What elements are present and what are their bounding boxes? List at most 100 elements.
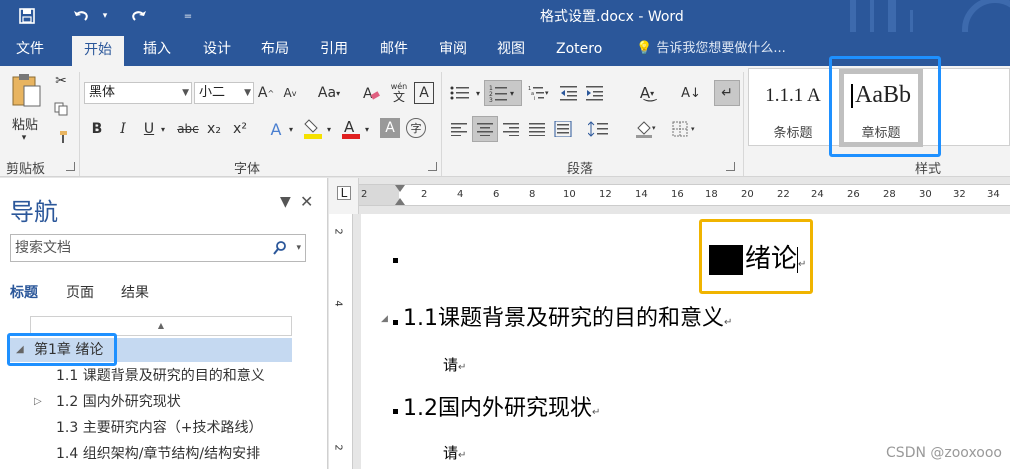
- font-launcher-icon[interactable]: [428, 162, 437, 171]
- underline-dropdown-icon[interactable]: ▾: [158, 118, 168, 140]
- tree-item-1-4[interactable]: 1.4 组织架构/章节结构/结构安排: [56, 442, 260, 466]
- text-effects-dropdown-icon[interactable]: ▾: [286, 118, 296, 140]
- redo-icon[interactable]: [122, 0, 156, 32]
- multilevel-list-icon[interactable]: 1 a i ▾: [526, 82, 552, 104]
- font-size-dropdown-icon[interactable]: ▼: [244, 83, 251, 103]
- chinese-layout-icon[interactable]: A͜ ▾: [632, 80, 662, 106]
- bullets-dropdown-icon[interactable]: ▾: [474, 82, 482, 104]
- style-item-tiao[interactable]: 1.1.1 A 条标题: [749, 69, 837, 147]
- chapter-title-text: 绪论: [745, 244, 798, 274]
- decrease-indent-icon[interactable]: [558, 82, 580, 104]
- save-icon[interactable]: [10, 0, 44, 32]
- tab-insert[interactable]: 插入: [143, 32, 171, 66]
- close-icon[interactable]: ✕: [300, 192, 313, 211]
- increase-indent-icon[interactable]: [584, 82, 606, 104]
- font-name-dropdown-icon[interactable]: ▼: [182, 83, 189, 103]
- tab-file[interactable]: 文件: [16, 32, 44, 66]
- font-color-dropdown-icon[interactable]: ▾: [362, 118, 372, 140]
- justify-icon[interactable]: [526, 118, 548, 140]
- nav-search-input[interactable]: 搜索文档 ▾: [10, 234, 306, 262]
- line-spacing-icon[interactable]: [586, 118, 614, 140]
- nav-tab-headings[interactable]: 标题: [10, 282, 38, 302]
- horizontal-ruler[interactable]: 2 2 4 6 8 10 12 14 16 18 20 22 24 26 28 …: [359, 184, 1010, 206]
- clipboard-launcher-icon[interactable]: [66, 162, 75, 171]
- highlight-color-icon[interactable]: [302, 116, 324, 142]
- chapter-heading[interactable]: 绪论↵: [709, 242, 806, 282]
- body-paragraph[interactable]: 请↵: [443, 442, 466, 463]
- tab-references[interactable]: 引用: [320, 32, 348, 66]
- tree-item-1-3[interactable]: 1.3 主要研究内容（+技术路线）: [56, 416, 262, 440]
- change-case-button[interactable]: Aa ▾: [312, 82, 346, 104]
- tab-layout[interactable]: 布局: [261, 32, 289, 66]
- heading-1-2[interactable]: 1.2国内外研究现状↵: [403, 394, 600, 428]
- underline-button[interactable]: U: [140, 118, 158, 140]
- nav-options-icon[interactable]: ▼: [280, 194, 291, 210]
- tab-selector[interactable]: L: [329, 178, 359, 214]
- vertical-ruler[interactable]: 2 4 2: [329, 214, 353, 469]
- character-border-icon[interactable]: A: [414, 82, 434, 104]
- style-item-zhang[interactable]: AaBb 章标题: [839, 69, 923, 147]
- highlight-dropdown-icon[interactable]: ▾: [324, 118, 334, 140]
- search-dropdown-icon[interactable]: ▾: [296, 235, 301, 261]
- tab-view[interactable]: 视图: [497, 32, 525, 66]
- cut-icon[interactable]: ✂: [52, 72, 70, 90]
- undo-icon[interactable]: [64, 0, 98, 32]
- paragraph-launcher-icon[interactable]: [726, 162, 735, 171]
- align-center-button[interactable]: [472, 116, 498, 142]
- paste-dropdown-icon[interactable]: ▾: [18, 132, 30, 144]
- tree-item-1-1[interactable]: 1.1 课题背景及研究的目的和意义: [56, 364, 265, 388]
- sort-icon[interactable]: A↓: [680, 80, 702, 106]
- borders-icon[interactable]: ▾: [670, 118, 700, 140]
- collapsed-arrow-icon[interactable]: ▷: [34, 390, 42, 414]
- bullets-icon[interactable]: [448, 82, 472, 104]
- tab-zotero[interactable]: Zotero: [556, 32, 602, 66]
- enclose-characters-icon[interactable]: 字: [406, 118, 426, 138]
- bold-button[interactable]: B: [88, 118, 106, 140]
- expanded-arrow-icon[interactable]: ◢: [16, 338, 24, 362]
- hanging-indent-marker[interactable]: [395, 198, 405, 205]
- collapse-triangle-icon[interactable]: ◢: [381, 314, 388, 324]
- tab-home[interactable]: 开始: [72, 36, 124, 66]
- customize-qat-icon[interactable]: =: [178, 0, 198, 32]
- superscript-button[interactable]: x²: [230, 118, 250, 140]
- nav-tab-results[interactable]: 结果: [121, 282, 149, 302]
- subscript-button[interactable]: x₂: [204, 118, 224, 140]
- undo-dropdown-icon[interactable]: ▾: [98, 0, 112, 32]
- align-left-icon[interactable]: [448, 118, 470, 140]
- tree-item-1-2[interactable]: ▷ 1.2 国内外研究现状: [34, 390, 294, 414]
- body-paragraph[interactable]: 请↵: [443, 354, 466, 375]
- nav-scroll-up[interactable]: ▲: [30, 316, 292, 336]
- document-page[interactable]: 绪论↵ ◢ 1.1课题背景及研究的目的和意义↵ 请↵ 1.2国内外研究现状↵ 请…: [361, 214, 1010, 469]
- paste-button[interactable]: 粘贴: [6, 114, 44, 133]
- italic-button[interactable]: I: [114, 118, 132, 140]
- body-text: 请: [443, 444, 459, 462]
- shrink-font-icon[interactable]: Av: [280, 82, 300, 104]
- character-shading-icon[interactable]: A: [380, 118, 400, 138]
- numbering-button[interactable]: 1 2 3 ▾: [484, 80, 522, 106]
- strikethrough-button[interactable]: abc: [176, 118, 200, 140]
- align-right-icon[interactable]: [500, 118, 522, 140]
- text-effects-icon[interactable]: A: [266, 118, 286, 140]
- first-line-indent-marker[interactable]: [395, 185, 405, 192]
- font-name-combo[interactable]: 黑体 ▼: [84, 82, 192, 104]
- tab-design[interactable]: 设计: [203, 32, 231, 66]
- show-marks-icon[interactable]: ↵: [714, 80, 740, 106]
- tree-item-chapter1[interactable]: ◢ 第1章 绪论: [10, 338, 292, 362]
- clear-format-icon[interactable]: A: [360, 82, 382, 104]
- nav-tab-pages[interactable]: 页面: [66, 282, 94, 302]
- grow-font-icon[interactable]: A ^: [256, 82, 276, 104]
- tab-mailings[interactable]: 邮件: [380, 32, 408, 66]
- clipboard-icon[interactable]: [6, 70, 46, 110]
- search-icon[interactable]: [273, 235, 287, 261]
- tab-review[interactable]: 审阅: [439, 32, 467, 66]
- copy-icon[interactable]: [52, 100, 70, 118]
- tell-me-search[interactable]: 💡 告诉我您想要做什么...: [636, 32, 786, 66]
- font-color-icon[interactable]: A: [340, 116, 362, 142]
- format-painter-icon[interactable]: [52, 128, 70, 146]
- phonetic-guide-button[interactable]: wén 文: [386, 78, 412, 106]
- shading-icon[interactable]: ▾: [632, 118, 660, 140]
- font-size-combo[interactable]: 小二 ▼: [194, 82, 254, 104]
- heading-1-1[interactable]: 1.1课题背景及研究的目的和意义↵: [403, 304, 732, 338]
- svg-text:▾: ▾: [691, 125, 695, 133]
- distribute-icon[interactable]: [552, 118, 574, 140]
